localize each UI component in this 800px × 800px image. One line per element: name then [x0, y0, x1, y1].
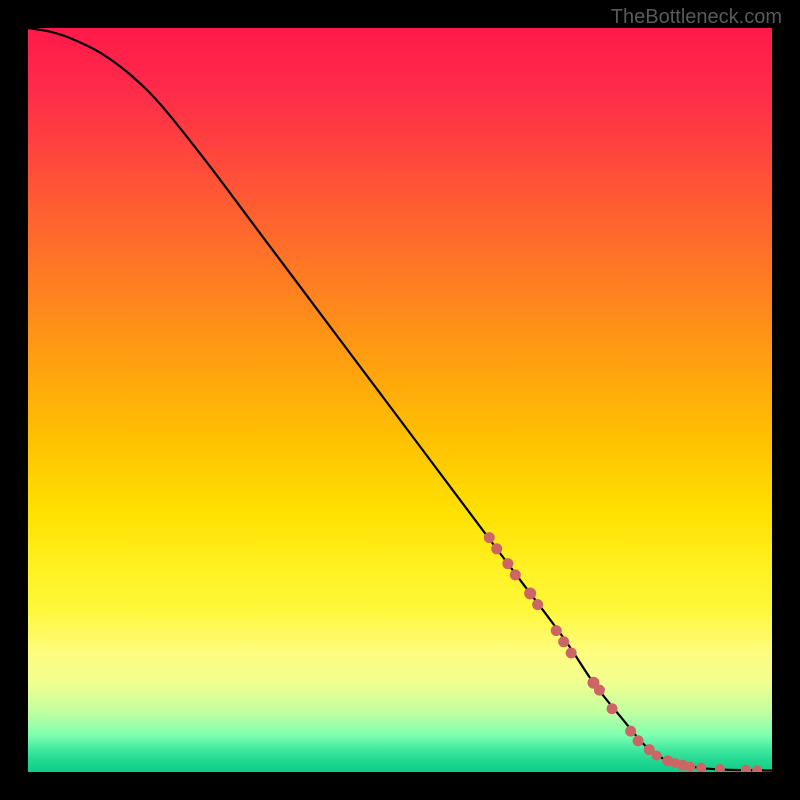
- chart-marker-point: [484, 532, 495, 543]
- chart-marker-point: [607, 703, 618, 714]
- watermark-text: TheBottleneck.com: [611, 6, 782, 29]
- chart-markers-group: [484, 532, 762, 772]
- chart-marker-point: [566, 647, 577, 658]
- chart-marker-point: [551, 625, 562, 636]
- chart-plot-area: [28, 28, 772, 772]
- chart-marker-point: [510, 569, 521, 580]
- chart-marker-point: [633, 735, 644, 746]
- chart-marker-point: [558, 636, 569, 647]
- chart-marker-point: [532, 599, 543, 610]
- chart-marker-point: [741, 765, 751, 772]
- chart-marker-point: [625, 726, 636, 737]
- chart-curve-line: [28, 28, 772, 771]
- chart-marker-point: [685, 762, 695, 772]
- chart-marker-point: [652, 751, 662, 761]
- chart-marker-point: [491, 543, 502, 554]
- chart-marker-point: [715, 764, 725, 772]
- chart-marker-point: [524, 587, 536, 599]
- chart-marker-point: [502, 558, 513, 569]
- chart-marker-point: [594, 685, 605, 696]
- chart-marker-point: [696, 763, 706, 772]
- chart-svg: [28, 28, 772, 772]
- chart-marker-point: [752, 765, 762, 772]
